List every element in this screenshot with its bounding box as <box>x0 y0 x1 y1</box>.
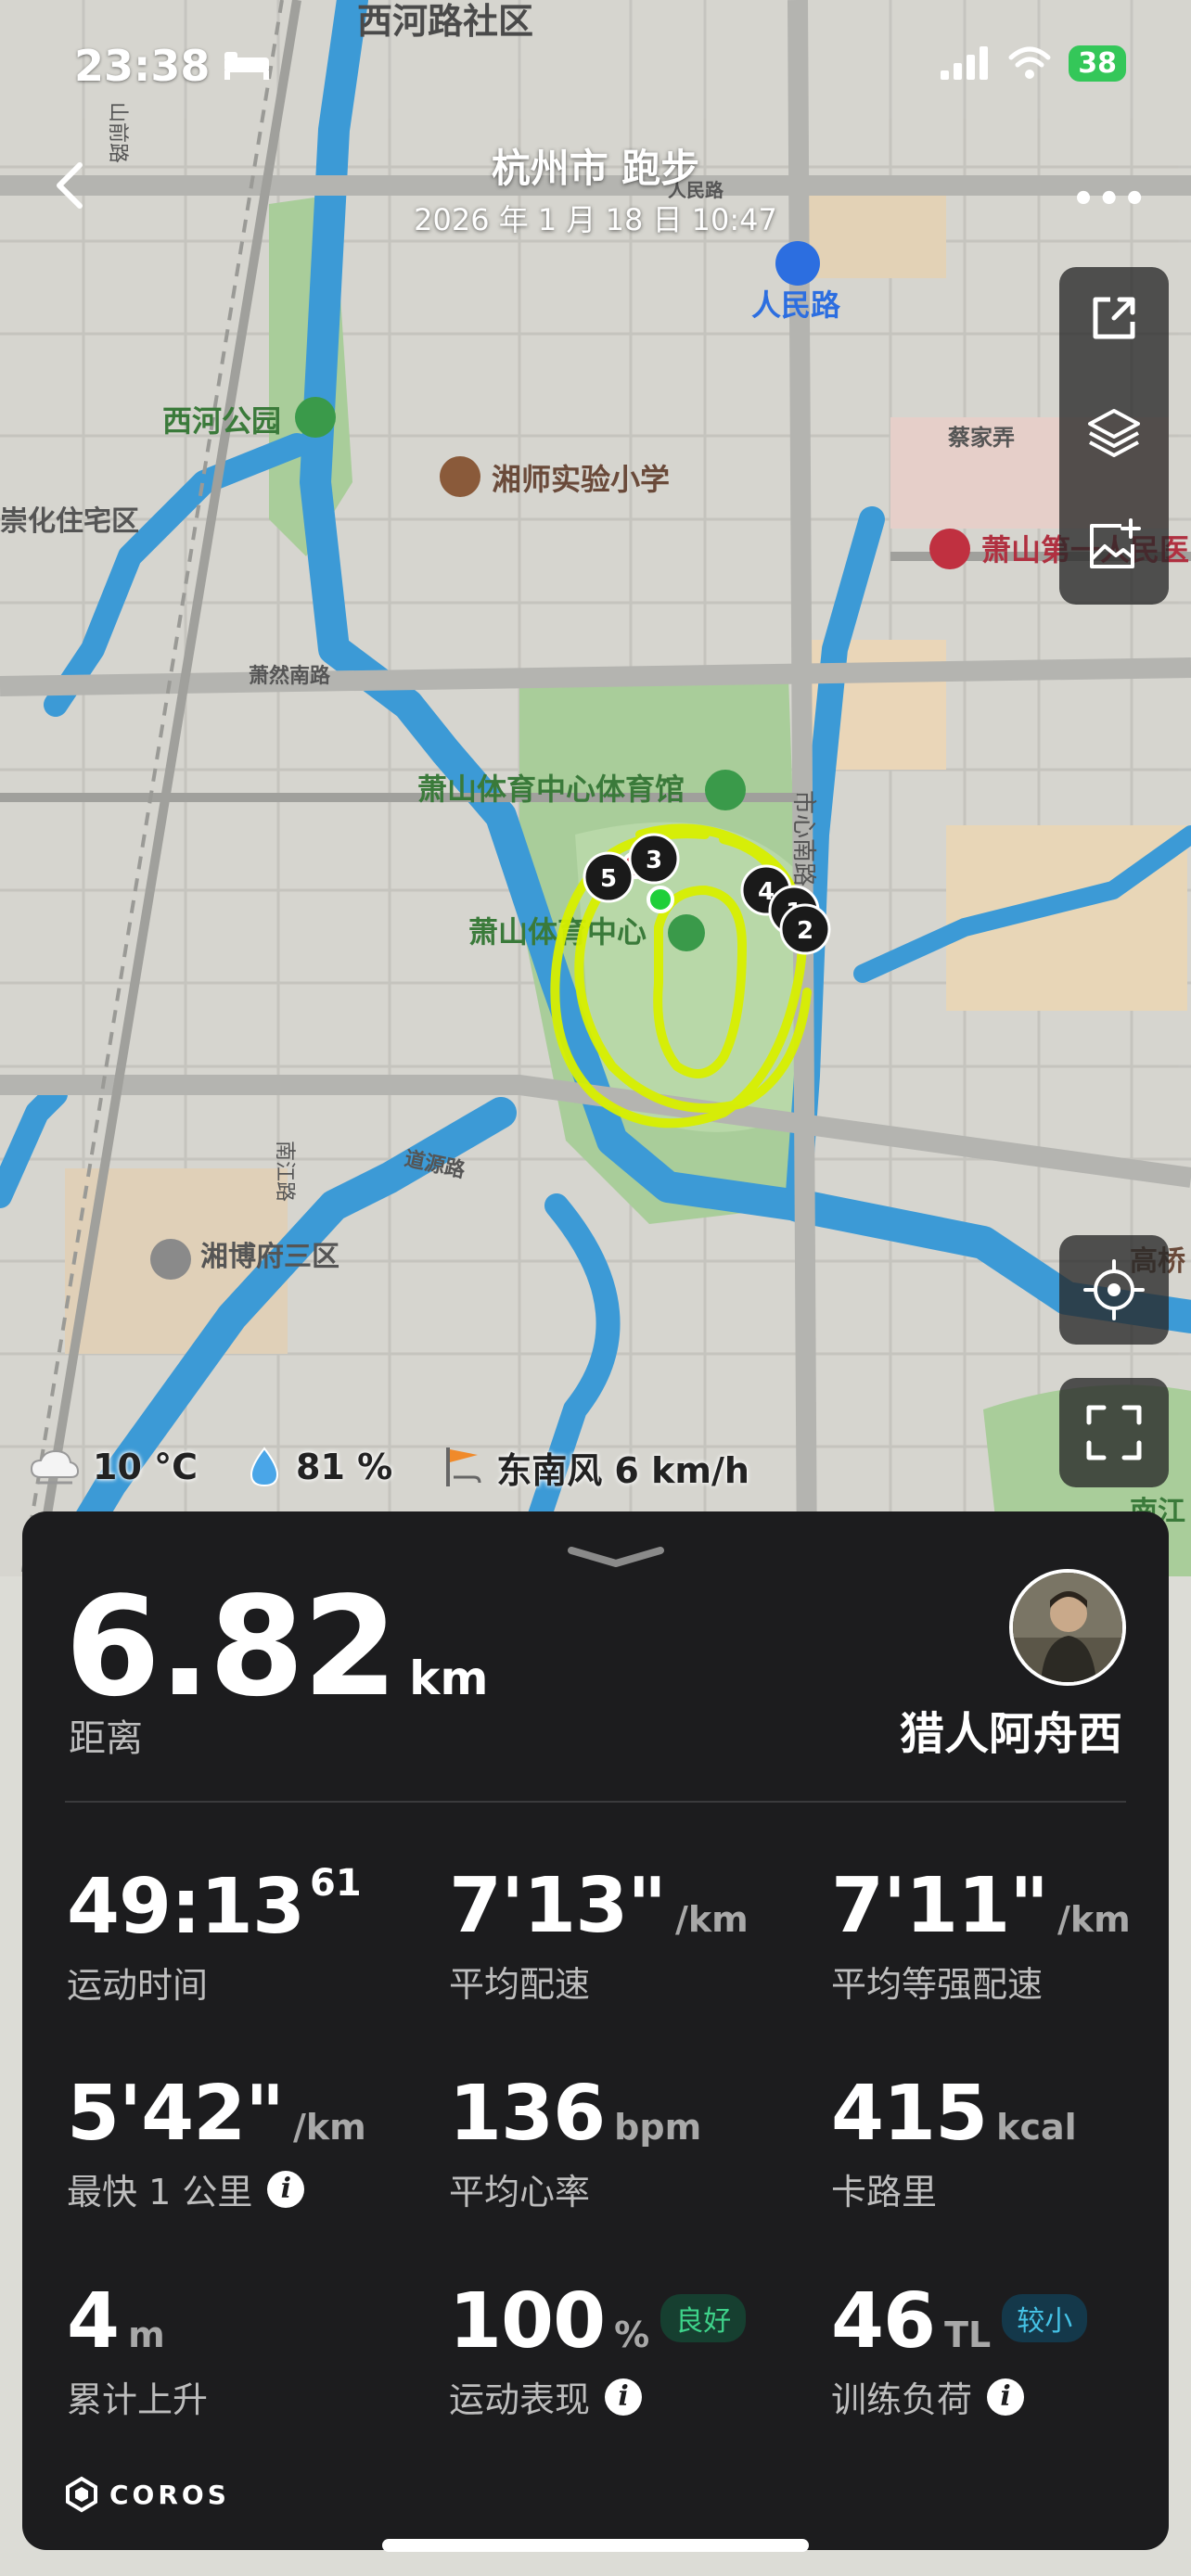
km-marker-5: 5 <box>583 851 634 903</box>
locate-icon <box>1083 1259 1145 1320</box>
locate-button[interactable] <box>1059 1235 1169 1345</box>
stat-duration: 49:13 61 运动时间 <box>67 1862 362 2006</box>
add-image-icon <box>1090 518 1141 568</box>
svg-text:3: 3 <box>646 847 662 874</box>
username: 猎人阿舟西 <box>899 1708 1122 1760</box>
status-time: 23:38 <box>74 41 211 91</box>
stat-calories: 415 kcal 卡路里 <box>831 2070 1077 2213</box>
distance-value-group: 6.82 km <box>65 1567 489 1727</box>
metro-icon <box>775 241 820 286</box>
cloud-icon <box>30 1449 80 1485</box>
training-load-badge: 较小 <box>1002 2294 1088 2342</box>
start-point <box>647 886 674 913</box>
map-label-renmin-road: 人民路 <box>751 287 841 323</box>
wind: 东南风 6 km/h <box>496 1449 749 1491</box>
residence-icon <box>150 1239 191 1280</box>
info-icon[interactable]: i <box>267 2170 305 2208</box>
stat-avg-grade-pace: 7'11"/km 平均等强配速 <box>831 1862 1131 2005</box>
weather-bar: 10 °C 81 % 东南风 6 km/h <box>28 1439 749 1495</box>
distance-value: 6.82 <box>65 1567 398 1727</box>
map-label-xihe-park: 西河公园 <box>162 403 281 439</box>
avatar[interactable] <box>1009 1569 1126 1686</box>
map-label-nanjiang-road: 南江路 <box>273 1141 296 1202</box>
fullscreen-icon <box>1086 1405 1142 1460</box>
park-icon <box>295 397 336 438</box>
stat-fastest-km: 5'42"/km 最快 1 公里 i <box>67 2070 366 2213</box>
map-label-gym: 萧山体育中心体育馆 <box>417 772 685 807</box>
map-label-chonghua: 崇化住宅区 <box>0 505 139 538</box>
info-icon[interactable]: i <box>987 2378 1025 2416</box>
add-photo-button[interactable] <box>1059 495 1169 597</box>
battery-indicator: 38 <box>1069 45 1126 82</box>
fullscreen-button[interactable] <box>1059 1378 1169 1487</box>
stat-avg-heart-rate: 136 bpm 平均心率 <box>449 2070 702 2213</box>
stadium-icon <box>668 914 705 951</box>
map-toolbar <box>1059 267 1169 605</box>
map-label-xiangbo: 湘博府三区 <box>200 1241 339 1273</box>
map-layers-button[interactable] <box>1059 382 1169 484</box>
humidity-icon <box>250 1447 279 1487</box>
stat-training-load: 46 TL 较小 训练负荷 i <box>831 2277 1088 2422</box>
stat-elevation-gain: 4m 累计上升 <box>67 2277 209 2420</box>
coros-logo-icon <box>66 2476 97 2513</box>
stat-avg-pace: 7'13"/km 平均配速 <box>449 1862 749 2005</box>
km-marker-3: 3 <box>628 833 680 885</box>
map-label-xiangshi-school: 湘师实验小学 <box>492 462 670 497</box>
header: 杭州市 跑步 2026 年 1 月 18 日 10:47 ••• <box>0 130 1191 241</box>
sleep-mode-icon <box>224 52 269 80</box>
hospital-icon <box>929 529 970 569</box>
info-icon[interactable]: i <box>605 2378 643 2416</box>
performance-badge: 良好 <box>660 2294 747 2342</box>
svg-text:5: 5 <box>600 865 617 893</box>
status-bar: 23:38 38 <box>0 37 1191 102</box>
page-title: 杭州市 跑步 <box>491 146 700 191</box>
humidity: 81 % <box>296 1447 393 1487</box>
home-indicator[interactable] <box>382 2539 809 2552</box>
temperature: 10 °C <box>93 1447 198 1487</box>
share-button[interactable] <box>1059 267 1169 369</box>
map-label-xiaoran-south: 萧然南路 <box>249 664 331 688</box>
distance-unit: km <box>409 1651 489 1705</box>
distance-label: 距离 <box>69 1717 143 1760</box>
activity-date: 2026 年 1 月 18 日 10:47 <box>414 202 777 237</box>
gym-icon <box>705 770 746 810</box>
summary-panel[interactable]: 6.82 km 距离 猎人阿舟西 49:13 61 运动时间 7'13"/km 平均… <box>22 1511 1169 2550</box>
school-icon <box>440 456 480 497</box>
wind-icon <box>446 1447 481 1486</box>
drag-handle-icon[interactable] <box>566 1545 666 1571</box>
stat-performance: 100% 良好 运动表现 i <box>449 2277 747 2422</box>
share-icon <box>1093 297 1135 339</box>
map-label-caijia-lane: 蔡家弄 <box>948 425 1015 451</box>
more-options-icon[interactable]: ••• <box>1071 178 1148 221</box>
cellular-signal-icon <box>941 46 989 80</box>
coros-logo: COROS <box>63 2476 230 2513</box>
map-label-city-center-south: 市心南路 <box>789 790 817 886</box>
divider <box>65 1801 1126 1803</box>
map-label-xihe-community: 西河路社区 <box>357 1 533 42</box>
wifi-icon <box>1008 46 1051 79</box>
km-marker-2: 2 <box>779 903 831 955</box>
svg-text:2: 2 <box>797 917 813 945</box>
layers-icon <box>1088 409 1140 457</box>
